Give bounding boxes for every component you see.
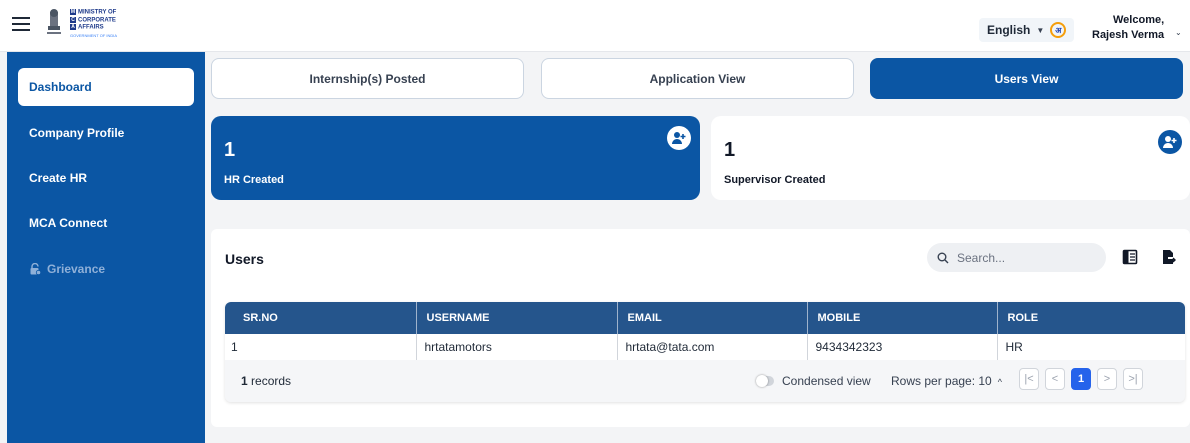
add-user-icon [667, 126, 691, 150]
tab-users-view[interactable]: Users View [870, 58, 1183, 99]
cell-role: HR [997, 334, 1185, 361]
toggle-switch[interactable] [756, 375, 774, 387]
user-name: Rajesh Verma [1092, 29, 1165, 41]
language-label: English [987, 23, 1031, 37]
table-header-row: SR.NO USERNAME EMAIL MOBILE ROLE [225, 302, 1185, 334]
sidebar-item-grievance[interactable]: Grievance [18, 250, 194, 288]
cell-email: hrtata@tata.com [617, 334, 808, 361]
column-header-mobile[interactable]: MOBILE [807, 302, 998, 334]
cell-mobile: 9434342323 [807, 334, 998, 361]
users-panel: Users SR.NO USERNAME EMAIL MOBILE ROLE [211, 229, 1190, 427]
supervisor-created-label: Supervisor Created [724, 174, 826, 186]
column-header-email[interactable]: EMAIL [617, 302, 808, 334]
page-number-button[interactable]: 1 [1071, 368, 1091, 390]
cell-sr-no: 1 [225, 334, 417, 361]
hr-created-count: 1 [224, 139, 236, 161]
tab-application-view[interactable]: Application View [541, 58, 854, 99]
caret-down-icon: ▼ [1036, 25, 1045, 35]
chevron-down-icon[interactable]: ⌄ [1175, 28, 1182, 37]
search-input[interactable] [957, 250, 1097, 265]
search-icon [937, 252, 949, 263]
hr-created-label: HR Created [224, 174, 284, 186]
next-page-icon[interactable]: > [1097, 368, 1117, 390]
condensed-view-label: Condensed view [782, 374, 871, 388]
previous-page-icon[interactable]: < [1045, 368, 1065, 390]
welcome-text: Welcome, [1113, 14, 1165, 26]
cell-username: hrtatamotors [416, 334, 618, 361]
top-header: M MINISTRY OF C CORPORATE A AFFAIRS GOVERNM… [0, 0, 1190, 52]
sidebar-item-company-profile[interactable]: Company Profile [18, 114, 194, 152]
language-selector[interactable]: English ▼ अ [979, 18, 1075, 42]
caret-up-icon: ^ [997, 377, 1002, 387]
sidebar-item-create-hr[interactable]: Create HR [18, 159, 194, 197]
condensed-view-toggle[interactable]: Condensed view [756, 374, 871, 388]
first-page-icon[interactable]: |< [1019, 368, 1039, 390]
last-page-icon[interactable]: >| [1123, 368, 1143, 390]
export-icon[interactable] [1161, 249, 1177, 265]
users-title: Users [225, 251, 264, 267]
hr-created-card: 1 HR Created [211, 116, 700, 200]
sidebar: Dashboard Company Profile Create HR MCA … [7, 52, 205, 443]
emblem-icon [47, 9, 61, 34]
column-header-role[interactable]: ROLE [997, 302, 1185, 334]
search-box[interactable] [927, 243, 1106, 272]
columns-icon[interactable] [1122, 249, 1138, 265]
user-greeting[interactable]: Welcome, Rajesh Verma [1092, 13, 1164, 43]
column-header-sr-no[interactable]: SR.NO [225, 302, 417, 334]
column-header-username[interactable]: USERNAME [416, 302, 618, 334]
add-user-icon [1158, 130, 1182, 154]
tab-internships-posted[interactable]: Internship(s) Posted [211, 58, 524, 99]
supervisor-created-count: 1 [724, 139, 736, 161]
records-count: 1 records [241, 374, 292, 388]
menu-icon[interactable] [12, 17, 30, 31]
lock-icon [30, 263, 41, 275]
table-row[interactable]: 1 hrtatamotors hrtata@tata.com 943434232… [225, 334, 1185, 361]
ministry-logo[interactable]: M MINISTRY OF C CORPORATE A AFFAIRS GOVERNM… [44, 8, 117, 40]
sidebar-item-dashboard[interactable]: Dashboard [18, 68, 194, 106]
pagination: |< < 1 > >| [1019, 368, 1149, 390]
users-table: SR.NO USERNAME EMAIL MOBILE ROLE 1 hrtat… [225, 302, 1185, 402]
language-icon: अ [1050, 22, 1067, 38]
table-footer: 1 records Condensed view Rows per page: … [225, 360, 1185, 402]
sidebar-item-mca-connect[interactable]: MCA Connect [18, 204, 194, 242]
supervisor-created-card: 1 Supervisor Created [711, 116, 1190, 200]
rows-per-page-select[interactable]: Rows per page: 10 ^ [891, 374, 1002, 388]
logo-text: M MINISTRY OF C CORPORATE A AFFAIRS GOVERNM… [70, 9, 118, 38]
